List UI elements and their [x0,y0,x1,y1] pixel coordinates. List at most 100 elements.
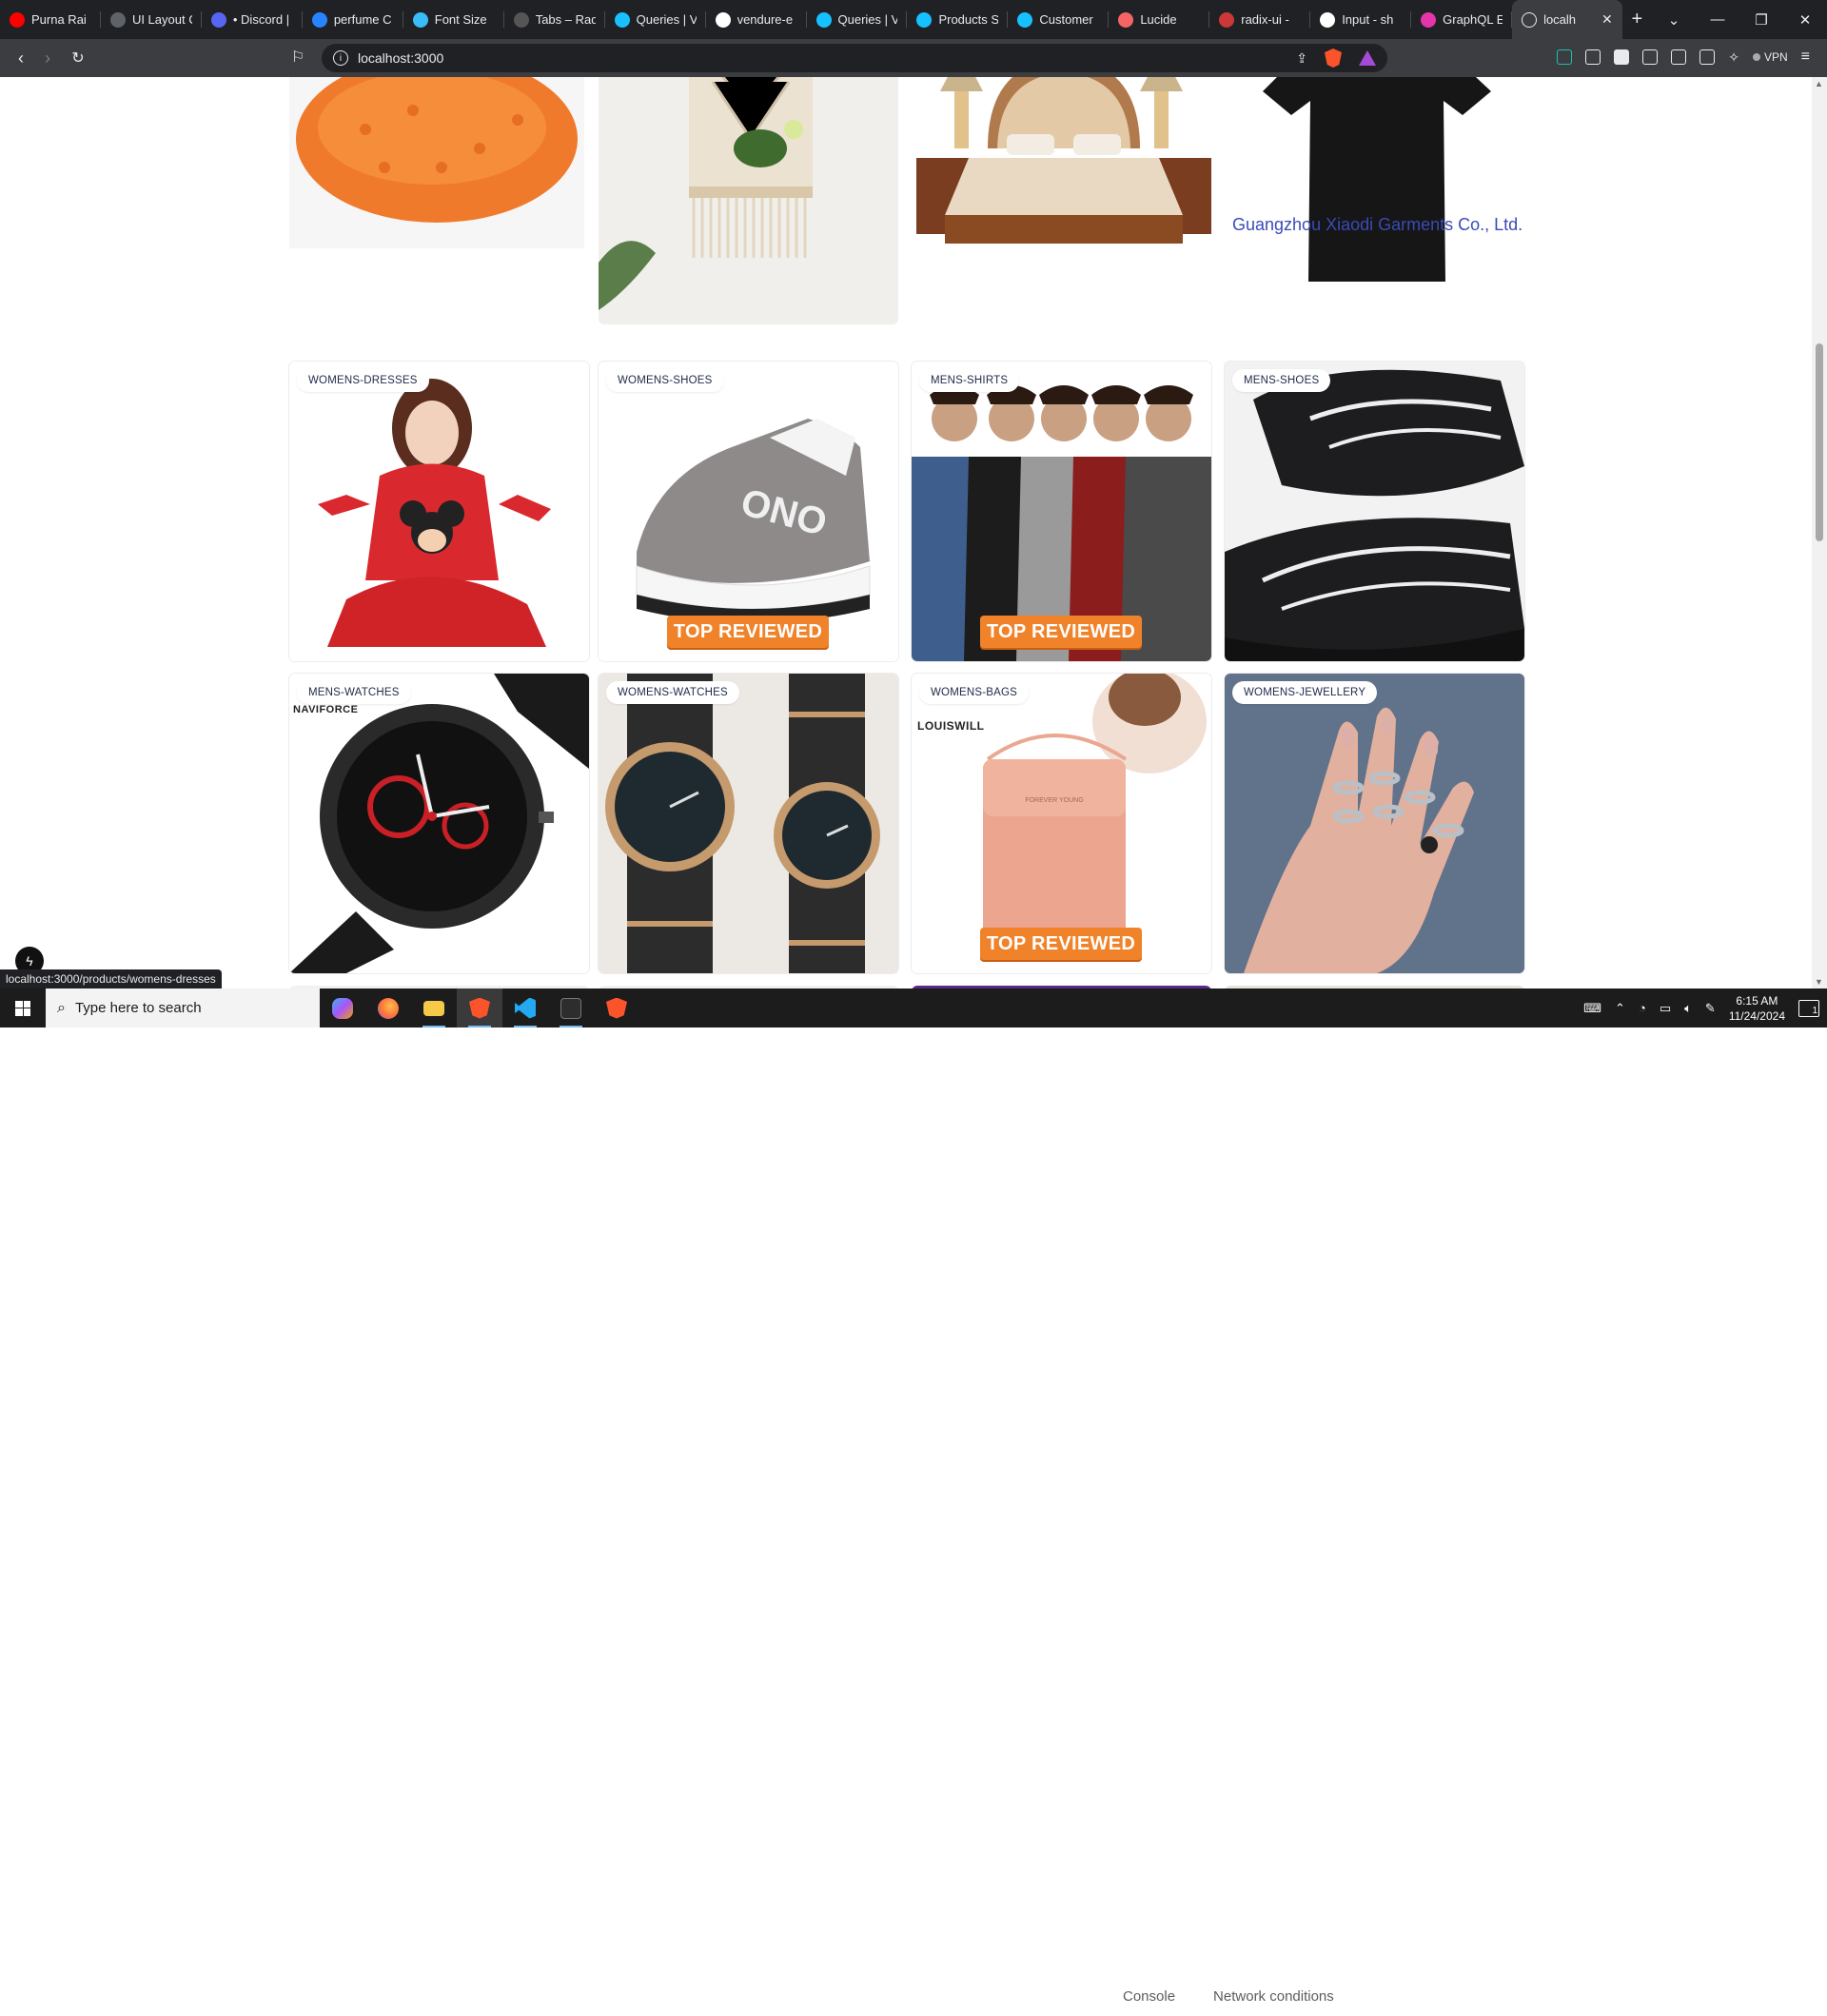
brave-rewards-icon[interactable] [1359,50,1376,66]
product-image-pair-gold-watches[interactable] [599,674,898,973]
browser-tab[interactable]: UI Layout C [101,0,202,39]
vpn-button[interactable]: VPN [1753,50,1788,64]
url-text[interactable]: localhost:3000 [358,50,443,66]
browser-tab[interactable]: Queries | V [605,0,706,39]
extension-icon[interactable] [1557,49,1573,65]
address-bar[interactable]: ⚐ i localhost:3000 ⇪ [291,44,1387,72]
browser-tab[interactable]: • Discord | [202,0,303,39]
product-card[interactable]: ONO WOMENS-SHOES TOP REVIEWED [599,362,898,661]
category-badge[interactable]: WOMENS-BAGS [919,681,1030,704]
restore-button[interactable]: ❐ [1739,11,1783,29]
browser-tab[interactable]: vendure-e [706,0,807,39]
product-card[interactable]: WOMENS-WATCHES [599,674,898,973]
product-card[interactable] [912,77,1211,324]
browser-tab[interactable]: Customer [1008,0,1110,39]
close-tab-icon[interactable]: ✕ [1601,11,1613,28]
scrollbar-thumb[interactable] [1816,343,1823,541]
category-badge[interactable]: WOMENS-JEWELLERY [1232,681,1378,704]
bookmark-icon[interactable]: ⚐ [291,48,304,67]
tab-title: Font Size [434,12,487,27]
browser-tab[interactable]: Queries | V [807,0,908,39]
brave-browser-icon[interactable] [457,988,502,1028]
product-image-black-tshirt[interactable] [1225,77,1524,324]
scroll-down-icon[interactable]: ▼ [1815,977,1823,987]
clock-date: 11/24/2024 [1728,1008,1785,1023]
leo-ai-icon[interactable]: ✧ [1728,49,1739,66]
wallet-icon[interactable] [1699,49,1716,65]
clock[interactable]: 6:15 AM 11/24/2024 [1729,993,1785,1024]
browser-tab[interactable]: Tabs – Rad [504,0,605,39]
taskbar-search[interactable]: ⌕ Type here to search [46,988,320,1028]
forward-icon[interactable]: › [34,45,61,71]
product-card[interactable]: MENS-SHOES [1225,362,1524,661]
battery-icon[interactable]: ▭ [1660,1001,1671,1016]
show-hidden-icons-icon[interactable]: ⌃ [1615,1001,1625,1016]
product-card[interactable]: WOMENS-JEWELLERY [1225,674,1524,973]
product-image-silver-rings-hand[interactable] [1225,674,1524,973]
notifications-icon[interactable]: 1 [1798,999,1819,1017]
shadcn-icon [1320,11,1336,28]
product-card[interactable] [289,77,589,324]
browser-tab[interactable]: Input - sh [1310,0,1412,39]
file-explorer-icon[interactable] [411,988,457,1028]
sidebar-icon[interactable] [1671,49,1687,65]
devtools-network-tab[interactable]: Network conditions [1213,1988,1334,2005]
brand-logo: NAVIFORCE [293,704,359,715]
brave-shields-icon[interactable] [1325,49,1342,68]
product-card[interactable]: WOMENS-DRESSES [289,362,589,661]
product-image-luxury-bed[interactable] [912,77,1211,324]
category-badge[interactable]: MENS-SHIRTS [919,369,1020,392]
new-tab-button[interactable]: + [1622,9,1652,30]
browser-tab[interactable]: radix-ui - [1209,0,1311,39]
category-badge[interactable]: MENS-WATCHES [297,681,411,704]
window-controls: ⌄ — ❐ ✕ [1652,0,1827,39]
product-card[interactable]: FOREVER YOUNG LOUISWILL WOMENS-BAGS TOP REV… [912,674,1211,973]
copilot-icon[interactable] [320,988,365,1028]
category-badge[interactable]: WOMENS-DRESSES [297,369,429,392]
tab-search-button[interactable]: ⌄ [1652,11,1696,29]
product-card[interactable] [599,77,898,324]
vscode-icon[interactable] [502,988,548,1028]
browser-tab[interactable]: perfume C [303,0,403,39]
pen-icon[interactable]: ✎ [1705,1001,1716,1016]
devtools-console-tab[interactable]: Console [1123,1988,1175,2005]
category-badge[interactable]: WOMENS-WATCHES [606,681,739,704]
tab-active[interactable]: localh ✕ [1512,0,1622,39]
scroll-up-icon[interactable]: ▲ [1815,79,1823,88]
site-info-icon[interactable]: i [333,50,348,66]
keyboard-icon[interactable]: ⌨ [1583,1001,1601,1016]
puzzle-icon[interactable] [1642,49,1659,65]
scrollbar[interactable]: ▲ ▼ [1812,77,1827,988]
terminal-icon[interactable] [548,988,594,1028]
category-badge[interactable]: WOMENS-SHOES [606,369,724,392]
product-image-naviforce-watch[interactable] [289,674,589,973]
product-image-red-lentils[interactable] [289,77,589,324]
brave-browser-secondary-icon[interactable] [594,988,639,1028]
product-card[interactable]: MENS-SHIRTS TOP REVIEWED [912,362,1211,661]
product-image-macrame-wall-shelf[interactable] [599,77,898,324]
browser-tab[interactable]: GraphQL E [1411,0,1513,39]
product-card[interactable]: Guangzhou Xiaodi Garments Co., Ltd. [1225,77,1524,324]
product-image-black-white-sneakers[interactable] [1225,362,1524,661]
browser-tab[interactable]: Lucide [1109,0,1210,39]
menu-icon[interactable]: ≡ [1801,49,1810,66]
qr-icon[interactable] [1585,49,1601,65]
close-window-button[interactable]: ✕ [1783,11,1827,29]
tailwind-icon [412,11,428,28]
network-icon[interactable]: ◔ [1639,1001,1646,1015]
browser-tab[interactable]: Purna Rai [0,0,101,39]
volume-icon[interactable]: 🔈︎ [1684,1001,1692,1016]
start-button[interactable] [0,988,46,1028]
browser-tab[interactable]: Font Size [403,0,504,39]
minimize-button[interactable]: — [1696,11,1739,28]
back-icon[interactable]: ‹ [8,45,34,71]
browser-tab[interactable]: Products S [907,0,1009,39]
product-image-red-mickey-pajamas[interactable] [289,362,589,661]
wallet-card-icon[interactable] [1614,49,1630,65]
share-icon[interactable]: ⇪ [1296,50,1307,67]
reload-icon[interactable]: ↻ [65,45,91,71]
firefox-icon[interactable] [365,988,411,1028]
category-badge[interactable]: MENS-SHOES [1232,369,1331,392]
product-card[interactable]: NAVIFORCE MENS-WATCHES [289,674,589,973]
brand-logo: LOUISWILL [917,719,985,733]
